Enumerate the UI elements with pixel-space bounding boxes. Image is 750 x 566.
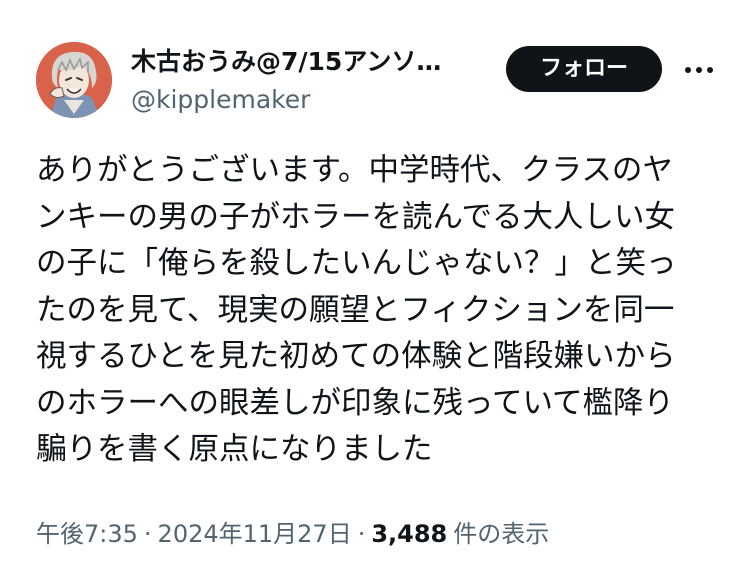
more-dot bbox=[685, 67, 691, 73]
more-dot bbox=[707, 67, 713, 73]
tweet-text-line: たのを見て、現実の願望とフィクションを同一 bbox=[36, 292, 675, 328]
avatar[interactable] bbox=[36, 42, 112, 118]
more-horizontal-icon bbox=[683, 67, 716, 73]
meta-separator: · bbox=[357, 520, 366, 548]
meta-separator: · bbox=[143, 520, 152, 548]
avatar-illustration-icon bbox=[36, 42, 112, 118]
tweet-meta: 午後7:35 · 2024年11月27日 · 3,488 件の表示 bbox=[36, 516, 549, 552]
tweet-text-line: ンキーの男の子がホラーを読んでる大人しい女 bbox=[36, 199, 675, 235]
views-count: 3,488 bbox=[371, 520, 448, 548]
views-label: 件の表示 bbox=[453, 520, 550, 548]
tweet-text: ありがとうございます。中学時代、クラスのヤ ンキーの男の子がホラーを読んでる大人… bbox=[36, 148, 726, 474]
follow-button[interactable]: フォロー bbox=[506, 46, 662, 92]
tweet-text-line: 視するひとを見た初めての体験と階段嫌いから bbox=[36, 339, 676, 374]
tweet-header: 木古おうみ@7/15アンソ… @kipplemaker フォロー bbox=[36, 42, 726, 118]
tweet-text-line: の子に「俺らを殺したいんじゃない？」と笑っ bbox=[36, 246, 677, 281]
tweet-time[interactable]: 午後7:35 bbox=[36, 520, 138, 548]
author-display-name[interactable]: 木古おうみ@7/15アンソ… bbox=[131, 46, 476, 78]
author-handle[interactable]: @kipplemaker bbox=[131, 84, 310, 116]
more-options-button[interactable] bbox=[676, 50, 722, 90]
tweet-text-line: 騙りを書く原点になりました bbox=[36, 432, 433, 467]
tweet-date[interactable]: 2024年11月27日 bbox=[158, 520, 352, 548]
more-dot bbox=[696, 67, 702, 73]
tweet-text-line: のホラーへの眼差しが印象に残っていて檻降り bbox=[36, 385, 675, 421]
tweet-text-line: ありがとうございます。中学時代、クラスのヤ bbox=[36, 153, 673, 188]
